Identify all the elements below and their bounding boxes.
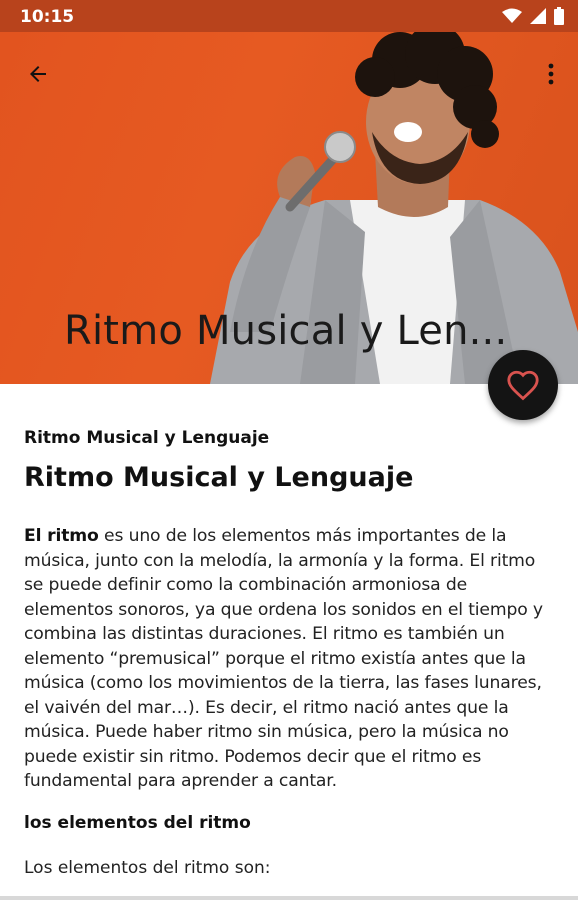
header-image: Ritmo Musical y Len...: [0, 32, 578, 384]
favorite-button[interactable]: [488, 350, 558, 420]
paragraph-lead: El ritmo: [24, 526, 99, 546]
arrow-left-icon: [30, 66, 46, 82]
more-options-button[interactable]: [536, 52, 566, 96]
article-title: Ritmo Musical y Lenguaje: [24, 462, 414, 493]
status-time: 10:15: [20, 7, 75, 27]
article-paragraph: El ritmo es uno de los elementos más imp…: [24, 524, 554, 794]
back-button[interactable]: [16, 52, 60, 96]
status-icons: [502, 7, 564, 25]
wifi-icon: [502, 8, 522, 24]
header-title: Ritmo Musical y Len...: [64, 308, 508, 354]
battery-icon: [554, 7, 564, 25]
heart-outline-icon: [507, 370, 539, 401]
article-subtitle: Ritmo Musical y Lenguaje: [24, 428, 270, 448]
section-text: Los elementos del ritmo son:: [24, 858, 271, 878]
bottom-divider: [0, 896, 578, 900]
more-vert-icon: [548, 63, 554, 85]
status-bar: 10:15: [0, 0, 578, 32]
paragraph-body: es uno de los elementos más importantes …: [24, 526, 543, 791]
section-heading: los elementos del ritmo: [24, 813, 251, 833]
signal-icon: [530, 8, 546, 24]
